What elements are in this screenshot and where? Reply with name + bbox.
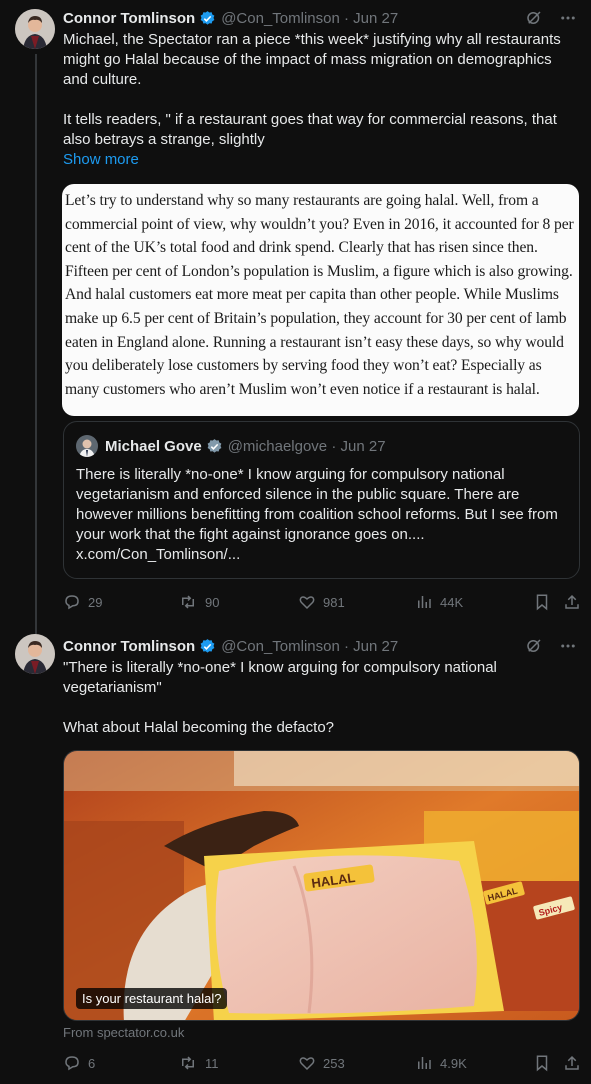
tweet-body: Michael, the Spectator ran a piece *this… xyxy=(63,30,578,170)
reply-count: 6 xyxy=(88,1055,96,1071)
bookmark-button[interactable] xyxy=(533,593,551,611)
bookmark-button[interactable] xyxy=(533,1054,551,1072)
reply-icon xyxy=(63,593,81,611)
reply-icon xyxy=(63,1054,81,1072)
separator-dot: · xyxy=(339,9,354,27)
tweet-actions: 29 90 981 44K xyxy=(63,591,583,613)
like-icon xyxy=(298,593,316,611)
share-button[interactable] xyxy=(563,593,581,611)
repost-count: 11 xyxy=(205,1055,219,1071)
quoted-tweet-date: Jun 27 xyxy=(340,437,386,455)
tweet-text-para1: Michael, the Spectator ran a piece *this… xyxy=(63,31,565,88)
like-icon xyxy=(298,1054,316,1072)
header-actions xyxy=(525,637,577,660)
tweet-text-line2: What about Halal becoming the defacto? xyxy=(63,719,335,736)
like-count: 253 xyxy=(323,1055,345,1071)
verified-icon xyxy=(199,638,216,655)
author-name[interactable]: Connor Tomlinson xyxy=(63,10,195,27)
views-icon xyxy=(415,1054,433,1072)
quoted-tweet[interactable]: Michael Gove @michaelgove · Jun 27 There… xyxy=(63,421,580,579)
verified-icon xyxy=(206,438,223,455)
separator-dot: · xyxy=(327,437,341,455)
quoted-author-handle: @michaelgove xyxy=(227,437,328,455)
share-button[interactable] xyxy=(563,1054,581,1072)
repost-count: 90 xyxy=(205,594,220,610)
tweet-media-image[interactable]: HALAL HALAL Spicy Is your restaurant hal… xyxy=(63,750,580,1021)
article-excerpt-text: Let’s try to understand why so many rest… xyxy=(65,192,574,398)
views-count: 44K xyxy=(440,594,464,610)
repost-icon xyxy=(178,1054,198,1072)
views-icon xyxy=(415,593,433,611)
header-actions xyxy=(525,9,577,32)
link-source[interactable]: From spectator.co.uk xyxy=(63,1025,184,1040)
thread-connector-line-top xyxy=(35,625,37,634)
bookmark-icon xyxy=(533,593,551,611)
like-button[interactable]: 981 xyxy=(298,593,345,611)
author-name[interactable]: Connor Tomlinson xyxy=(63,638,195,655)
reply-count: 29 xyxy=(88,594,103,610)
grok-icon[interactable] xyxy=(525,637,543,660)
reply-button[interactable]: 29 xyxy=(63,593,102,611)
author-handle[interactable]: @Con_Tomlinson xyxy=(221,10,340,27)
reply-button[interactable]: 6 xyxy=(63,1054,95,1072)
tweet-actions-2: 6 11 253 4.9K xyxy=(63,1052,583,1074)
repost-button[interactable]: 90 xyxy=(178,593,219,611)
quoted-tweet-header: Michael Gove @michaelgove · Jun 27 xyxy=(76,435,386,457)
article-excerpt-image[interactable]: Let’s try to understand why so many rest… xyxy=(62,184,579,416)
author-avatar[interactable] xyxy=(15,9,55,49)
views-count: 4.9K xyxy=(440,1055,467,1071)
views-button[interactable]: 44K xyxy=(415,593,463,611)
quoted-author-avatar xyxy=(76,435,98,457)
media-caption: Is your restaurant halal? xyxy=(76,988,228,1009)
views-button[interactable]: 4.9K xyxy=(415,1054,467,1072)
meat-package-photo: HALAL HALAL Spicy xyxy=(64,751,579,1020)
tweet-header: Connor Tomlinson @Con_Tomlinson · Jun 27 xyxy=(63,636,398,656)
show-more-link[interactable]: Show more xyxy=(63,150,578,170)
more-icon[interactable] xyxy=(559,637,577,660)
tweet-text-line1: "There is literally *no-one* I know argu… xyxy=(63,659,502,696)
repost-button[interactable]: 11 xyxy=(178,1054,219,1072)
separator-dot: · xyxy=(339,637,354,655)
author-avatar[interactable] xyxy=(15,634,55,674)
quoted-author-name: Michael Gove xyxy=(105,437,202,455)
tweet-date[interactable]: Jun 27 xyxy=(353,10,398,27)
tweet-body: "There is literally *no-one* I know argu… xyxy=(63,658,578,738)
quoted-tweet-text: There is literally *no-one* I know argui… xyxy=(76,466,558,563)
repost-icon xyxy=(178,593,198,611)
like-count: 981 xyxy=(323,594,345,610)
more-icon[interactable] xyxy=(559,9,577,32)
tweet-header: Connor Tomlinson @Con_Tomlinson · Jun 27 xyxy=(63,8,398,28)
tweet-1[interactable]: Connor Tomlinson @Con_Tomlinson · Jun 27… xyxy=(0,0,591,625)
thread-connector-line xyxy=(35,54,37,625)
tweet-date[interactable]: Jun 27 xyxy=(353,638,398,655)
tweet-text-para2: It tells readers, " if a restaurant goes… xyxy=(63,111,562,148)
grok-icon[interactable] xyxy=(525,9,543,32)
share-icon xyxy=(563,593,581,611)
share-icon xyxy=(563,1054,581,1072)
author-handle[interactable]: @Con_Tomlinson xyxy=(221,638,340,655)
like-button[interactable]: 253 xyxy=(298,1054,345,1072)
bookmark-icon xyxy=(533,1054,551,1072)
verified-icon xyxy=(199,10,216,27)
